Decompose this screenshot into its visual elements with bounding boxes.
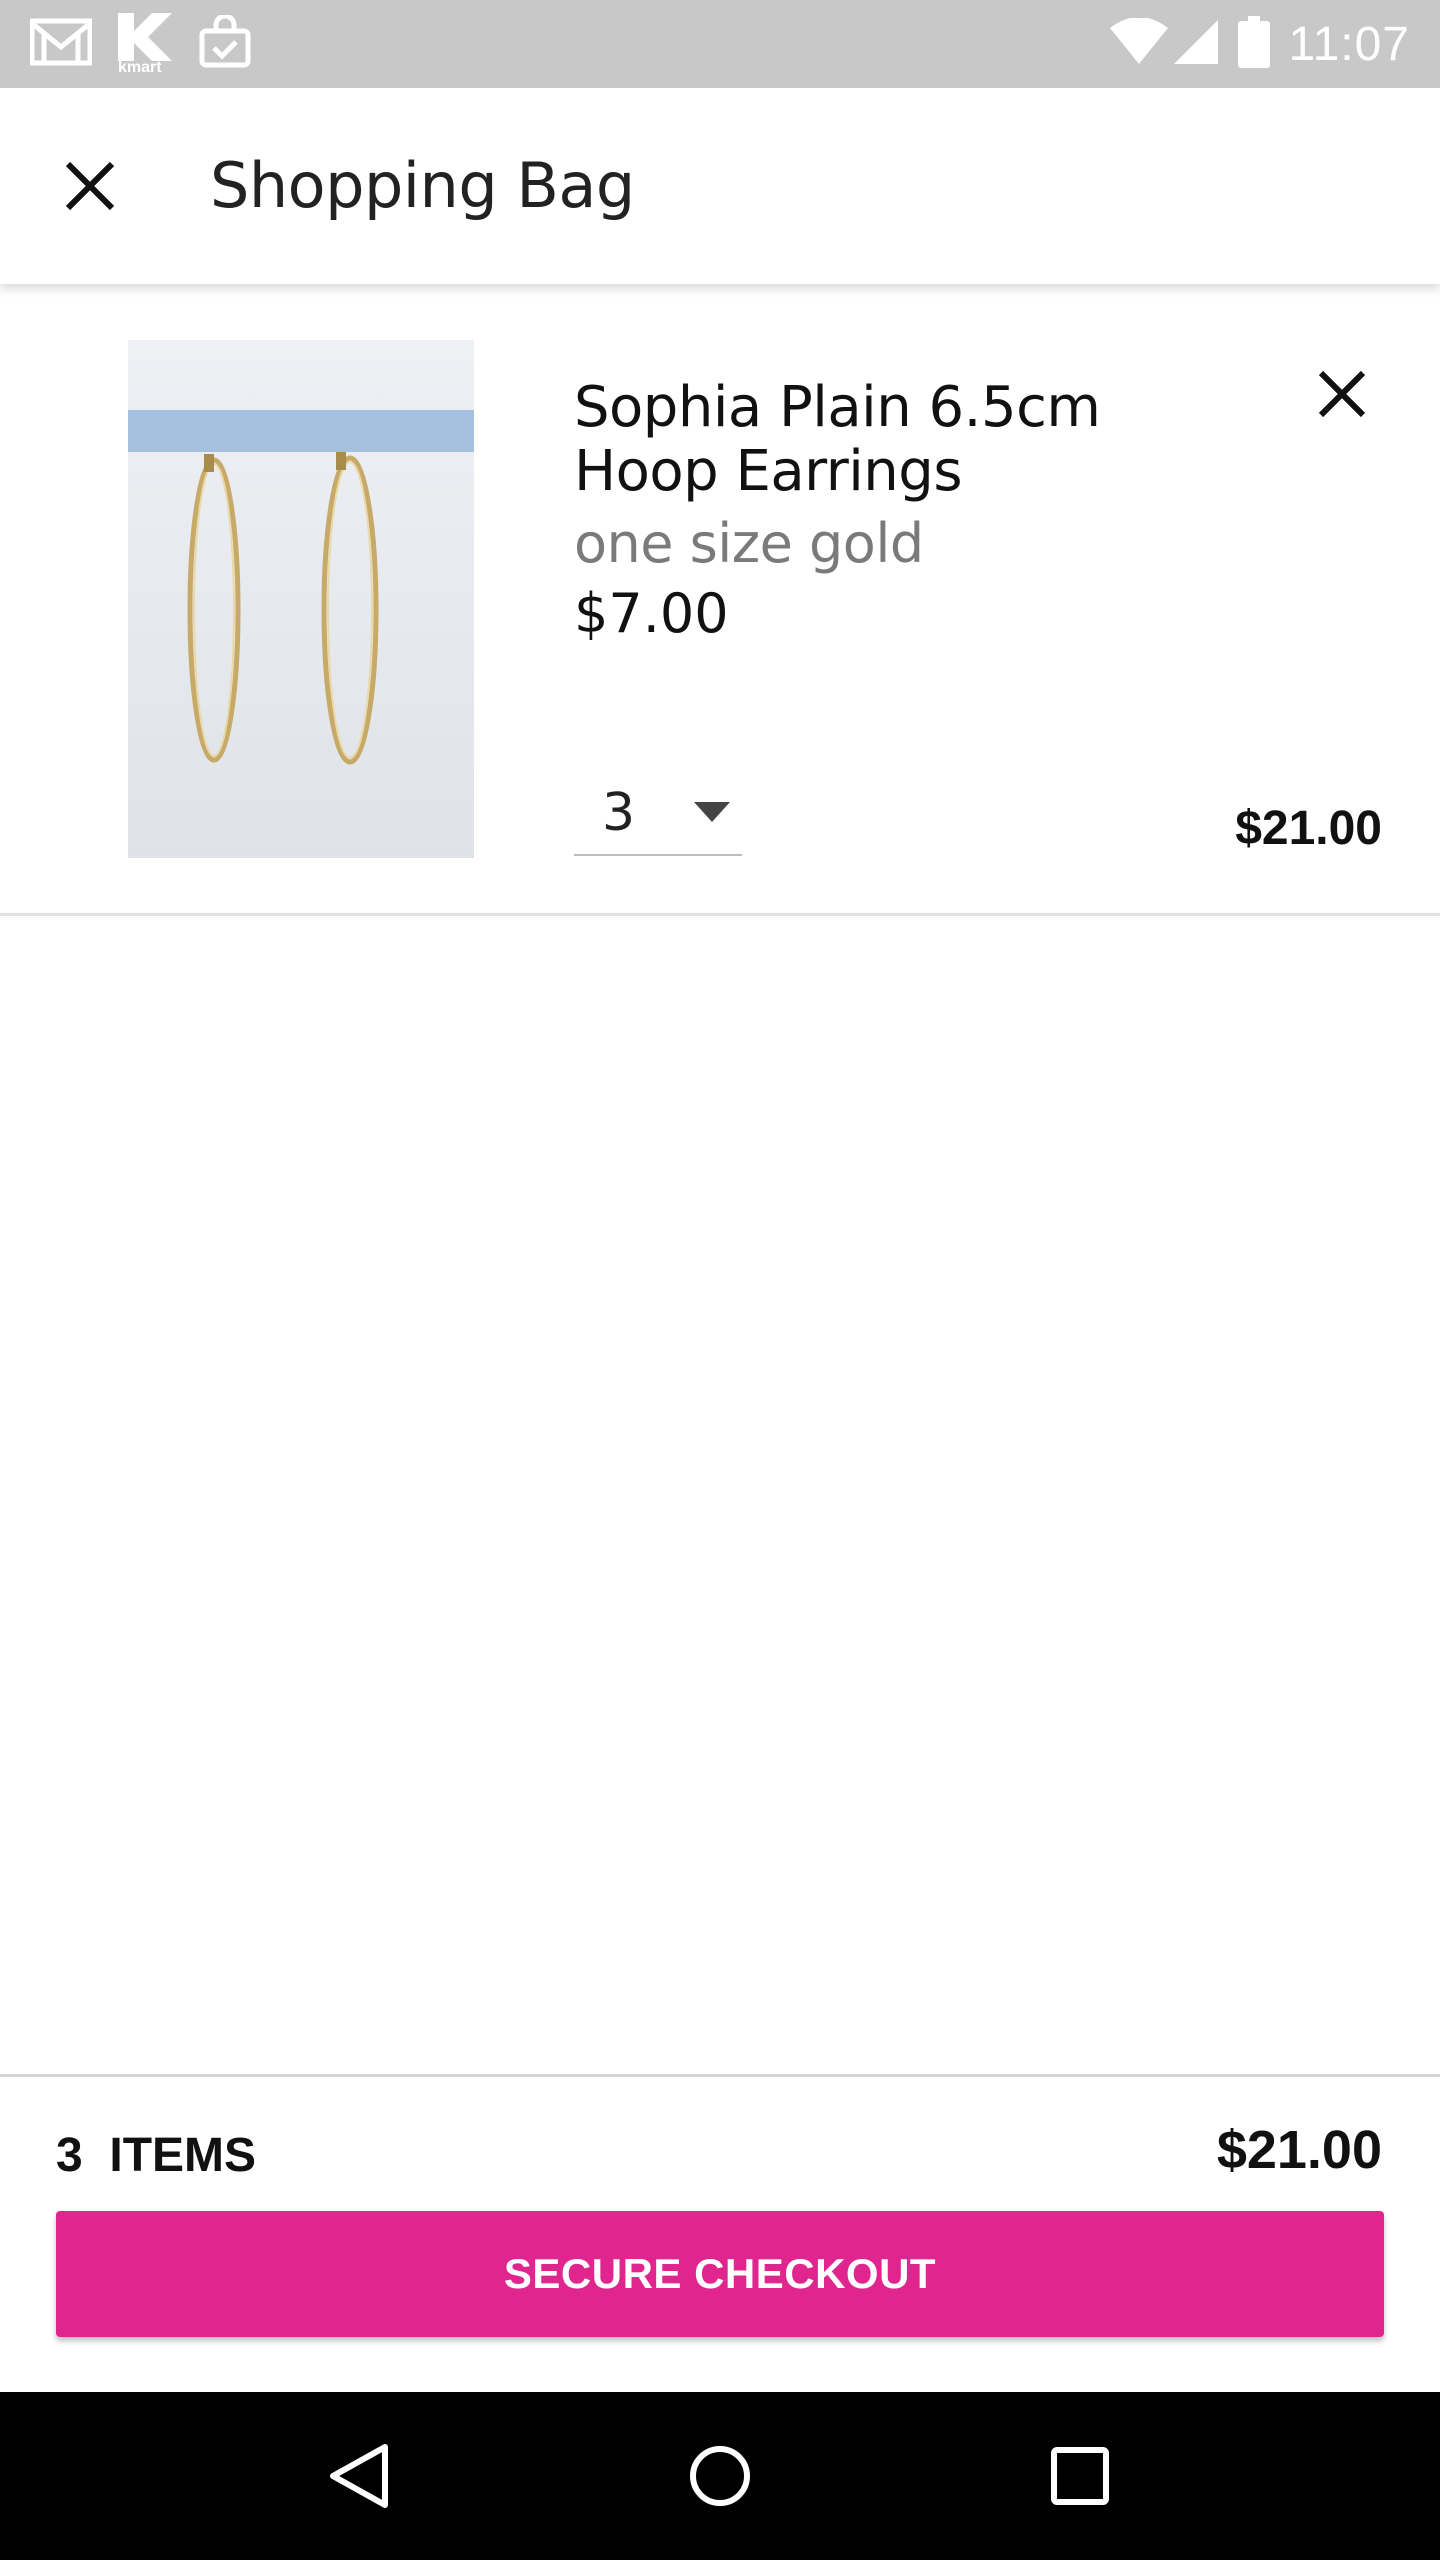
notification-icons: kmart [29,11,274,77]
status-bar: kmart 11:07 [0,0,1440,88]
quantity-select[interactable]: 3 [574,774,742,856]
product-unit-price: $7.00 [574,582,729,645]
gmail-icon [29,17,93,71]
home-button[interactable] [660,2416,780,2536]
items-count: 3 ITEMS [56,2129,257,2182]
back-button[interactable] [300,2416,420,2536]
system-nav-bar [0,2392,1440,2560]
secure-checkout-button[interactable]: SECURE CHECKOUT [56,2211,1384,2337]
recents-icon [1051,2447,1109,2505]
kmart-logo-text: kmart [118,59,162,76]
line-total: $21.00 [1235,802,1382,855]
wifi-icon [1108,17,1170,70]
home-icon [690,2446,750,2506]
status-time: 11:07 [1288,17,1410,71]
hoop-earrings-image [128,340,474,858]
shopping-bag-check-icon [198,13,252,73]
close-icon [65,161,115,211]
product-name[interactable]: Sophia Plain 6.5cm Hoop Earrings [574,376,1214,504]
remove-item-button[interactable] [1302,354,1382,434]
signal-icon [1170,18,1220,70]
cart-summary: 3 ITEMS $21.00 SECURE CHECKOUT [0,2074,1440,2392]
system-icons: 11:07 [1090,16,1410,72]
battery-icon [1238,16,1271,72]
app-bar: Shopping Bag [0,88,1440,284]
recents-button[interactable] [1020,2416,1140,2536]
quantity-value: 3 [602,783,636,843]
close-icon [1318,370,1366,418]
page-title: Shopping Bag [210,149,635,222]
product-image[interactable] [128,340,474,858]
product-variant: one size gold [574,512,924,575]
order-total: $21.00 [1216,2120,1382,2180]
kmart-icon: kmart [114,11,176,77]
cart-item: Sophia Plain 6.5cm Hoop Earrings one siz… [0,284,1440,916]
chevron-down-icon [694,802,730,822]
back-icon [330,2444,388,2508]
close-button[interactable] [50,146,130,226]
